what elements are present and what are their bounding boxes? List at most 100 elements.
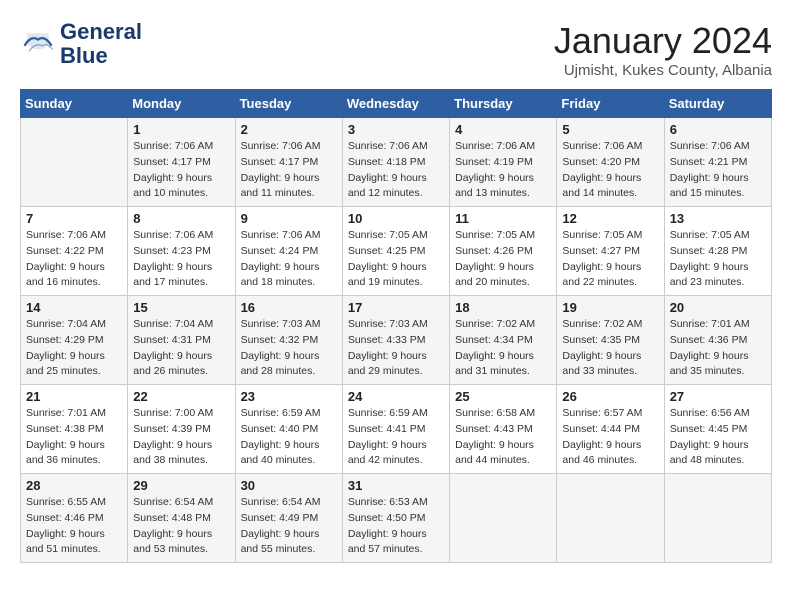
- day-info: Sunrise: 6:54 AMSunset: 4:48 PMDaylight:…: [133, 495, 229, 558]
- calendar-cell: [450, 474, 557, 563]
- calendar-cell: 16 Sunrise: 7:03 AMSunset: 4:32 PMDayligh…: [235, 296, 342, 385]
- day-number: 25: [455, 389, 551, 404]
- week-row-5: 28 Sunrise: 6:55 AMSunset: 4:46 PMDayligh…: [21, 474, 772, 563]
- day-info: Sunrise: 7:05 AMSunset: 4:27 PMDaylight:…: [562, 228, 658, 291]
- day-info: Sunrise: 7:06 AMSunset: 4:20 PMDaylight:…: [562, 139, 658, 202]
- day-number: 12: [562, 211, 658, 226]
- calendar-cell: 11 Sunrise: 7:05 AMSunset: 4:26 PMDayligh…: [450, 207, 557, 296]
- calendar-cell: 1 Sunrise: 7:06 AMSunset: 4:17 PMDaylight…: [128, 118, 235, 207]
- weekday-header-sunday: Sunday: [21, 90, 128, 118]
- calendar-cell: [21, 118, 128, 207]
- day-number: 23: [241, 389, 337, 404]
- week-row-2: 7Sunrise: 7:06 AMSunset: 4:22 PMDaylight…: [21, 207, 772, 296]
- logo: General Blue: [20, 20, 142, 68]
- weekday-header-thursday: Thursday: [450, 90, 557, 118]
- day-number: 2: [241, 122, 337, 137]
- calendar-cell: 27Sunrise: 6:56 AMSunset: 4:45 PMDayligh…: [664, 385, 771, 474]
- logo-text: General Blue: [60, 20, 142, 68]
- calendar-cell: 31 Sunrise: 6:53 AMSunset: 4:50 PMDayligh…: [342, 474, 449, 563]
- day-number: 24: [348, 389, 444, 404]
- day-info: Sunrise: 7:00 AMSunset: 4:39 PMDaylight:…: [133, 406, 229, 469]
- day-info: Sunrise: 7:06 AMSunset: 4:23 PMDaylight:…: [133, 228, 229, 291]
- day-info: Sunrise: 6:59 AMSunset: 4:41 PMDaylight:…: [348, 406, 444, 469]
- calendar-cell: 6Sunrise: 7:06 AMSunset: 4:21 PMDaylight…: [664, 118, 771, 207]
- calendar-cell: 10 Sunrise: 7:05 AMSunset: 4:25 PMDayligh…: [342, 207, 449, 296]
- calendar-cell: 29 Sunrise: 6:54 AMSunset: 4:48 PMDayligh…: [128, 474, 235, 563]
- day-info: Sunrise: 7:01 AMSunset: 4:36 PMDaylight:…: [670, 317, 766, 380]
- day-info: Sunrise: 6:57 AMSunset: 4:44 PMDaylight:…: [562, 406, 658, 469]
- day-info: Sunrise: 7:05 AMSunset: 4:26 PMDaylight:…: [455, 228, 551, 291]
- weekday-header-saturday: Saturday: [664, 90, 771, 118]
- month-title: January 2024: [554, 20, 772, 62]
- day-number: 9: [241, 211, 337, 226]
- day-info: Sunrise: 6:59 AMSunset: 4:40 PMDaylight:…: [241, 406, 337, 469]
- day-number: 20: [670, 300, 766, 315]
- day-info: Sunrise: 7:04 AMSunset: 4:31 PMDaylight:…: [133, 317, 229, 380]
- day-number: 31: [348, 478, 444, 493]
- calendar-cell: 24 Sunrise: 6:59 AMSunset: 4:41 PMDayligh…: [342, 385, 449, 474]
- calendar-cell: 21 Sunrise: 7:01 AMSunset: 4:38 PMDayligh…: [21, 385, 128, 474]
- calendar-cell: 8 Sunrise: 7:06 AMSunset: 4:23 PMDaylight…: [128, 207, 235, 296]
- calendar-cell: 4Sunrise: 7:06 AMSunset: 4:19 PMDaylight…: [450, 118, 557, 207]
- day-number: 22: [133, 389, 229, 404]
- day-number: 26: [562, 389, 658, 404]
- day-info: Sunrise: 7:06 AMSunset: 4:21 PMDaylight:…: [670, 139, 766, 202]
- day-number: 14: [26, 300, 122, 315]
- week-row-3: 14Sunrise: 7:04 AMSunset: 4:29 PMDayligh…: [21, 296, 772, 385]
- day-number: 29: [133, 478, 229, 493]
- day-number: 18: [455, 300, 551, 315]
- weekday-header-row: SundayMondayTuesdayWednesdayThursdayFrid…: [21, 90, 772, 118]
- calendar-cell: 20 Sunrise: 7:01 AMSunset: 4:36 PMDayligh…: [664, 296, 771, 385]
- day-number: 3: [348, 122, 444, 137]
- day-info: Sunrise: 6:55 AMSunset: 4:46 PMDaylight:…: [26, 495, 122, 558]
- day-info: Sunrise: 7:05 AMSunset: 4:28 PMDaylight:…: [670, 228, 766, 291]
- day-info: Sunrise: 6:58 AMSunset: 4:43 PMDaylight:…: [455, 406, 551, 469]
- weekday-header-tuesday: Tuesday: [235, 90, 342, 118]
- day-number: 17: [348, 300, 444, 315]
- calendar-cell: 9 Sunrise: 7:06 AMSunset: 4:24 PMDaylight…: [235, 207, 342, 296]
- day-number: 28: [26, 478, 122, 493]
- day-number: 10: [348, 211, 444, 226]
- calendar-cell: 17 Sunrise: 7:03 AMSunset: 4:33 PMDayligh…: [342, 296, 449, 385]
- day-info: Sunrise: 6:53 AMSunset: 4:50 PMDaylight:…: [348, 495, 444, 558]
- day-number: 15: [133, 300, 229, 315]
- day-info: Sunrise: 7:01 AMSunset: 4:38 PMDaylight:…: [26, 406, 122, 469]
- logo-icon: [20, 26, 56, 62]
- calendar-cell: 18 Sunrise: 7:02 AMSunset: 4:34 PMDayligh…: [450, 296, 557, 385]
- calendar-cell: [557, 474, 664, 563]
- page-header: General Blue January 2024 Ujmisht, Kukes…: [20, 20, 772, 79]
- calendar-cell: [664, 474, 771, 563]
- day-info: Sunrise: 7:06 AMSunset: 4:22 PMDaylight:…: [26, 228, 122, 291]
- calendar-cell: 15 Sunrise: 7:04 AMSunset: 4:31 PMDayligh…: [128, 296, 235, 385]
- calendar-cell: 19 Sunrise: 7:02 AMSunset: 4:35 PMDayligh…: [557, 296, 664, 385]
- day-number: 11: [455, 211, 551, 226]
- day-number: 13: [670, 211, 766, 226]
- day-number: 8: [133, 211, 229, 226]
- day-number: 27: [670, 389, 766, 404]
- location: Ujmisht, Kukes County, Albania: [554, 62, 772, 79]
- day-info: Sunrise: 7:06 AMSunset: 4:17 PMDaylight:…: [133, 139, 229, 202]
- calendar-cell: 7Sunrise: 7:06 AMSunset: 4:22 PMDaylight…: [21, 207, 128, 296]
- calendar-cell: 26 Sunrise: 6:57 AMSunset: 4:44 PMDayligh…: [557, 385, 664, 474]
- weekday-header-monday: Monday: [128, 90, 235, 118]
- day-info: Sunrise: 7:02 AMSunset: 4:35 PMDaylight:…: [562, 317, 658, 380]
- calendar-cell: 14Sunrise: 7:04 AMSunset: 4:29 PMDayligh…: [21, 296, 128, 385]
- day-number: 4: [455, 122, 551, 137]
- weekday-header-wednesday: Wednesday: [342, 90, 449, 118]
- day-info: Sunrise: 7:06 AMSunset: 4:24 PMDaylight:…: [241, 228, 337, 291]
- calendar-cell: 12 Sunrise: 7:05 AMSunset: 4:27 PMDayligh…: [557, 207, 664, 296]
- day-info: Sunrise: 7:03 AMSunset: 4:33 PMDaylight:…: [348, 317, 444, 380]
- day-info: Sunrise: 7:03 AMSunset: 4:32 PMDaylight:…: [241, 317, 337, 380]
- calendar-cell: 5Sunrise: 7:06 AMSunset: 4:20 PMDaylight…: [557, 118, 664, 207]
- week-row-1: 1 Sunrise: 7:06 AMSunset: 4:17 PMDaylight…: [21, 118, 772, 207]
- calendar-cell: 30Sunrise: 6:54 AMSunset: 4:49 PMDayligh…: [235, 474, 342, 563]
- calendar-table: SundayMondayTuesdayWednesdayThursdayFrid…: [20, 89, 772, 563]
- day-info: Sunrise: 7:02 AMSunset: 4:34 PMDaylight:…: [455, 317, 551, 380]
- calendar-cell: 23 Sunrise: 6:59 AMSunset: 4:40 PMDayligh…: [235, 385, 342, 474]
- day-number: 16: [241, 300, 337, 315]
- day-number: 19: [562, 300, 658, 315]
- day-number: 21: [26, 389, 122, 404]
- day-info: Sunrise: 7:05 AMSunset: 4:25 PMDaylight:…: [348, 228, 444, 291]
- day-number: 1: [133, 122, 229, 137]
- day-info: Sunrise: 6:54 AMSunset: 4:49 PMDaylight:…: [241, 495, 337, 558]
